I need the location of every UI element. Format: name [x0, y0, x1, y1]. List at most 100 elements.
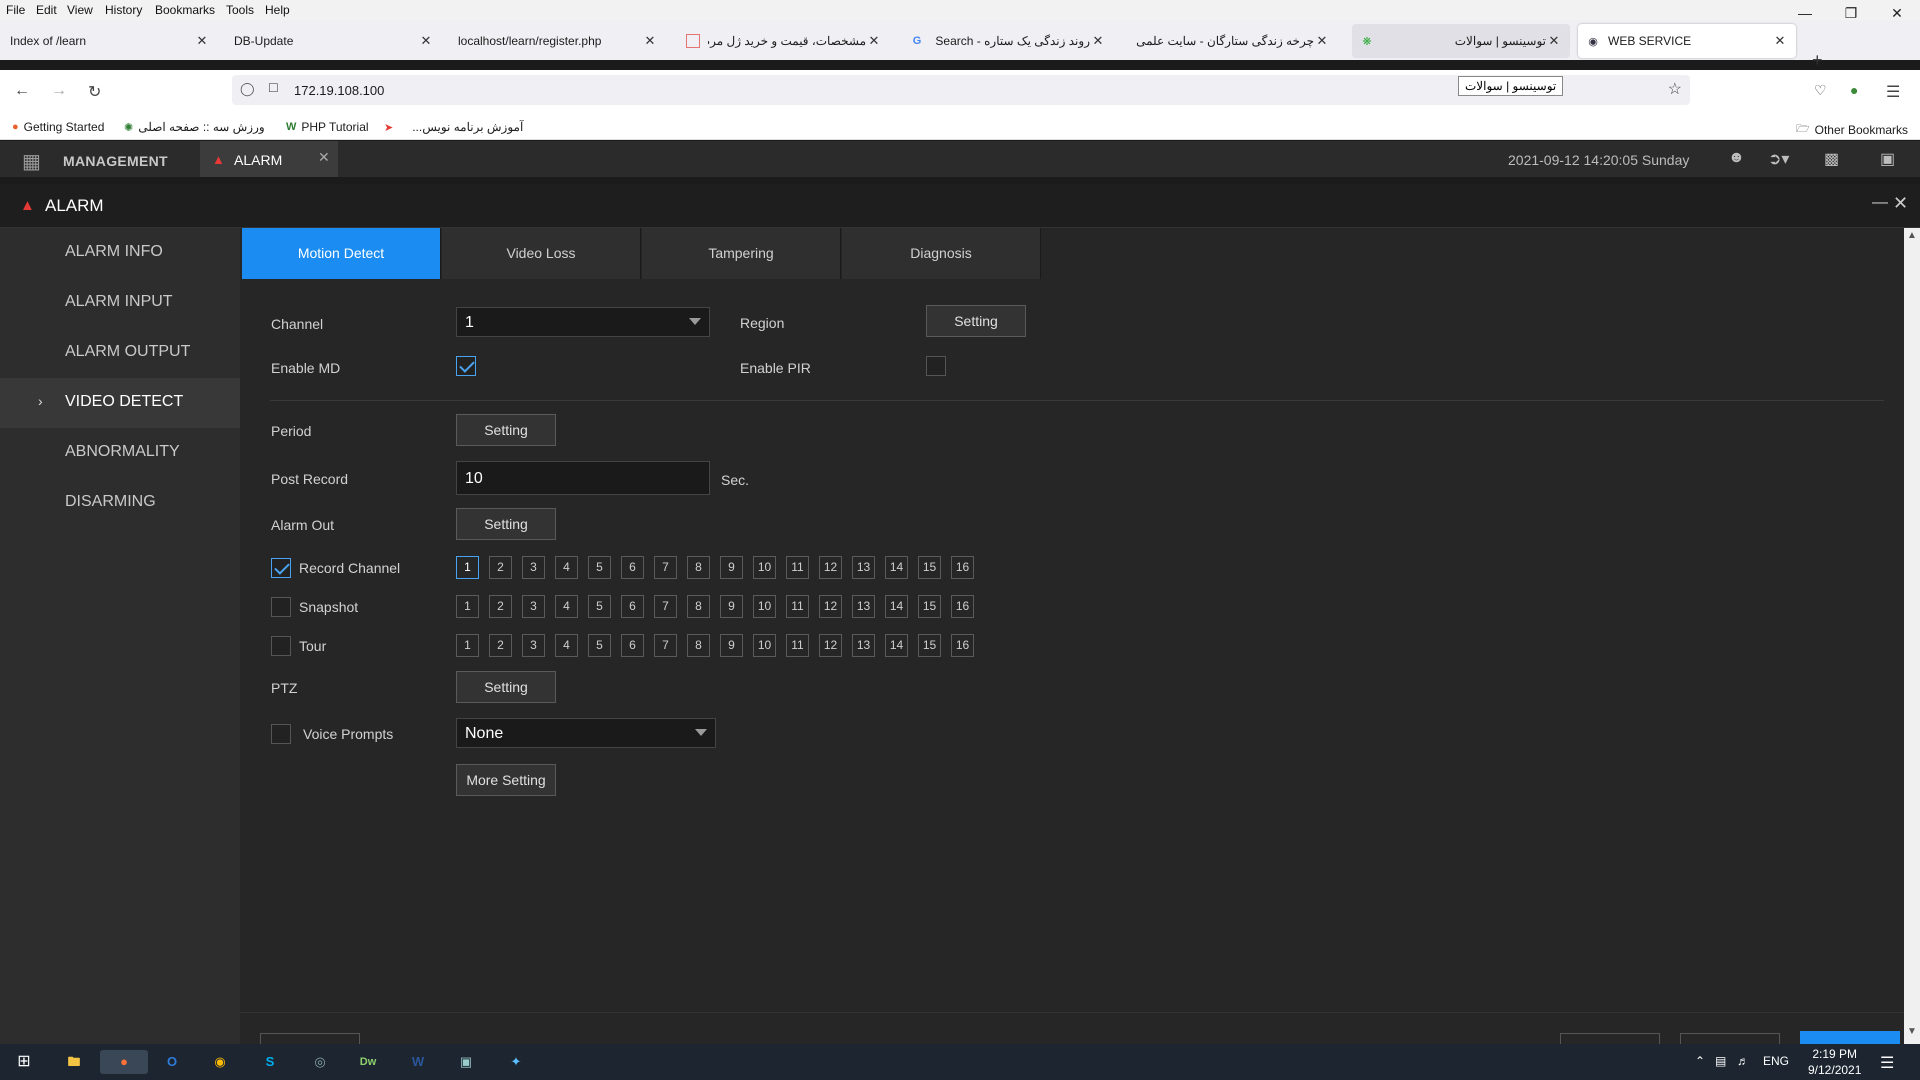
menu-bookmarks[interactable]: Bookmarks: [155, 3, 215, 17]
browser-tab[interactable]: G روند زندگی یک ستاره - Google Search ✕: [902, 24, 1114, 58]
channel-button[interactable]: 6: [621, 634, 644, 657]
management-link[interactable]: MANAGEMENT: [63, 153, 168, 169]
channel-button[interactable]: 14: [885, 556, 908, 579]
channel-button[interactable]: 7: [654, 595, 677, 618]
channel-button[interactable]: 6: [621, 595, 644, 618]
close-tab-icon[interactable]: ✕: [194, 33, 210, 49]
sidebar-item-disarming[interactable]: DISARMING: [0, 478, 240, 528]
sidebar-item-video-detect[interactable]: › VIDEO DETECT: [0, 378, 240, 428]
channel-button[interactable]: 9: [720, 556, 743, 579]
bookmark-star-icon[interactable]: ☆: [1668, 79, 1682, 99]
chevron-up-icon[interactable]: ⌃: [1695, 1054, 1705, 1068]
channel-button[interactable]: 15: [918, 556, 941, 579]
photos-icon[interactable]: ▣: [454, 1050, 478, 1074]
tab-video-loss[interactable]: Video Loss: [442, 228, 641, 279]
tab-motion-detect[interactable]: Motion Detect: [242, 228, 441, 279]
fullscreen-icon[interactable]: ▣: [1880, 149, 1895, 169]
menu-tools[interactable]: Tools: [226, 3, 254, 17]
region-setting-button[interactable]: Setting: [926, 305, 1026, 337]
period-setting-button[interactable]: Setting: [456, 414, 556, 446]
channel-button[interactable]: 3: [522, 595, 545, 618]
new-tab-icon[interactable]: +: [1812, 50, 1823, 71]
enable-md-checkbox[interactable]: [456, 356, 476, 376]
browser-tab[interactable]: مشخصات، قیمت و خرید ژل مرطو... ✕: [678, 24, 890, 58]
snapshot-checkbox[interactable]: [271, 597, 291, 617]
channel-button[interactable]: 16: [951, 634, 974, 657]
channel-button[interactable]: 5: [588, 556, 611, 579]
channel-button[interactable]: 10: [753, 595, 776, 618]
bookmark-item[interactable]: ➤ آموزش برنامه نویس...: [384, 120, 523, 134]
qr-code-icon[interactable]: ▩: [1824, 149, 1839, 169]
dreamweaver-icon[interactable]: Dw: [356, 1050, 380, 1074]
windows-start-icon[interactable]: ⊞: [12, 1050, 36, 1074]
pocket-icon[interactable]: ♡: [1814, 82, 1827, 99]
sidebar-item-alarm-input[interactable]: ALARM INPUT: [0, 278, 240, 328]
channel-button[interactable]: 14: [885, 595, 908, 618]
browser-tab[interactable]: چرخه زندگی ستارگان - سایت علمی بیگ... ✕: [1126, 24, 1338, 58]
outlook-icon[interactable]: O: [160, 1050, 184, 1074]
reload-icon[interactable]: ↻: [88, 82, 101, 102]
channel-button[interactable]: 4: [555, 595, 578, 618]
language-indicator[interactable]: ENG: [1763, 1054, 1789, 1068]
menu-view[interactable]: View: [67, 3, 93, 17]
sidebar-item-alarm-info[interactable]: ALARM INFO: [0, 228, 240, 278]
channel-button[interactable]: 1: [456, 634, 479, 657]
channel-button[interactable]: 15: [918, 595, 941, 618]
hamburger-menu-icon[interactable]: ☰: [1886, 82, 1900, 102]
close-tab-icon[interactable]: ✕: [642, 33, 658, 49]
other-bookmarks[interactable]: 🗁 Other Bookmarks: [1796, 120, 1908, 139]
ptz-setting-button[interactable]: Setting: [456, 671, 556, 703]
menu-edit[interactable]: Edit: [36, 3, 57, 17]
firefox-icon[interactable]: ●: [100, 1050, 148, 1074]
bookmark-item[interactable]: ✺ ورزش سه :: صفحه اصلی: [124, 120, 265, 134]
menu-file[interactable]: File: [6, 3, 25, 17]
shield-icon[interactable]: ◯: [240, 81, 255, 97]
close-tab-icon[interactable]: ✕: [318, 149, 330, 166]
voice-prompts-checkbox[interactable]: [271, 724, 291, 744]
close-tab-icon[interactable]: ✕: [1314, 33, 1330, 49]
alarm-out-setting-button[interactable]: Setting: [456, 508, 556, 540]
bookmark-item[interactable]: ● Getting Started: [12, 120, 104, 134]
menu-history[interactable]: History: [105, 3, 142, 17]
channel-button[interactable]: 10: [753, 634, 776, 657]
bookmark-item[interactable]: W PHP Tutorial: [286, 120, 369, 134]
close-tab-icon[interactable]: ✕: [1772, 33, 1788, 49]
channel-button[interactable]: 11: [786, 556, 809, 579]
channel-button[interactable]: 12: [819, 595, 842, 618]
taskbar-clock[interactable]: 2:19 PM 9/12/2021: [1808, 1046, 1861, 1078]
browser-tab-active[interactable]: ◉ WEB SERVICE ✕: [1578, 24, 1796, 58]
channel-button[interactable]: 1: [456, 556, 479, 579]
close-tab-icon[interactable]: ✕: [866, 33, 882, 49]
channel-button[interactable]: 11: [786, 595, 809, 618]
chrome-icon[interactable]: ◉: [208, 1050, 232, 1074]
lock-icon[interactable]: ☐: [268, 81, 279, 95]
channel-button[interactable]: 12: [819, 556, 842, 579]
channel-button[interactable]: 15: [918, 634, 941, 657]
channel-button[interactable]: 7: [654, 556, 677, 579]
browser-tab[interactable]: DB-Update ✕: [226, 24, 442, 58]
channel-button[interactable]: 2: [489, 634, 512, 657]
volume-icon[interactable]: ♬: [1737, 1054, 1749, 1068]
browser-tab[interactable]: ❋ توسینسو | سوالات ✕: [1352, 24, 1570, 58]
channel-button[interactable]: 14: [885, 634, 908, 657]
browser-tab[interactable]: localhost/learn/register.php ✕: [450, 24, 666, 58]
sidebar-item-alarm-output[interactable]: ALARM OUTPUT: [0, 328, 240, 378]
camera-app-icon[interactable]: ◎: [308, 1050, 332, 1074]
apps-grid-icon[interactable]: ▦: [22, 149, 41, 174]
app-icon[interactable]: ✦: [504, 1050, 528, 1074]
channel-button[interactable]: 4: [555, 556, 578, 579]
channel-button[interactable]: 3: [522, 634, 545, 657]
more-setting-button[interactable]: More Setting: [456, 764, 556, 796]
network-icon[interactable]: ▤: [1715, 1054, 1726, 1068]
file-explorer-icon[interactable]: 🖿: [62, 1050, 86, 1074]
channel-button[interactable]: 6: [621, 556, 644, 579]
channel-button[interactable]: 12: [819, 634, 842, 657]
word-icon[interactable]: W: [406, 1050, 430, 1074]
forward-icon[interactable]: →: [51, 82, 67, 100]
tab-tampering[interactable]: Tampering: [642, 228, 841, 279]
channel-button[interactable]: 1: [456, 595, 479, 618]
browser-tab[interactable]: Index of /learn ✕: [2, 24, 218, 58]
channel-button[interactable]: 5: [588, 595, 611, 618]
channel-button[interactable]: 3: [522, 556, 545, 579]
channel-button[interactable]: 8: [687, 634, 710, 657]
